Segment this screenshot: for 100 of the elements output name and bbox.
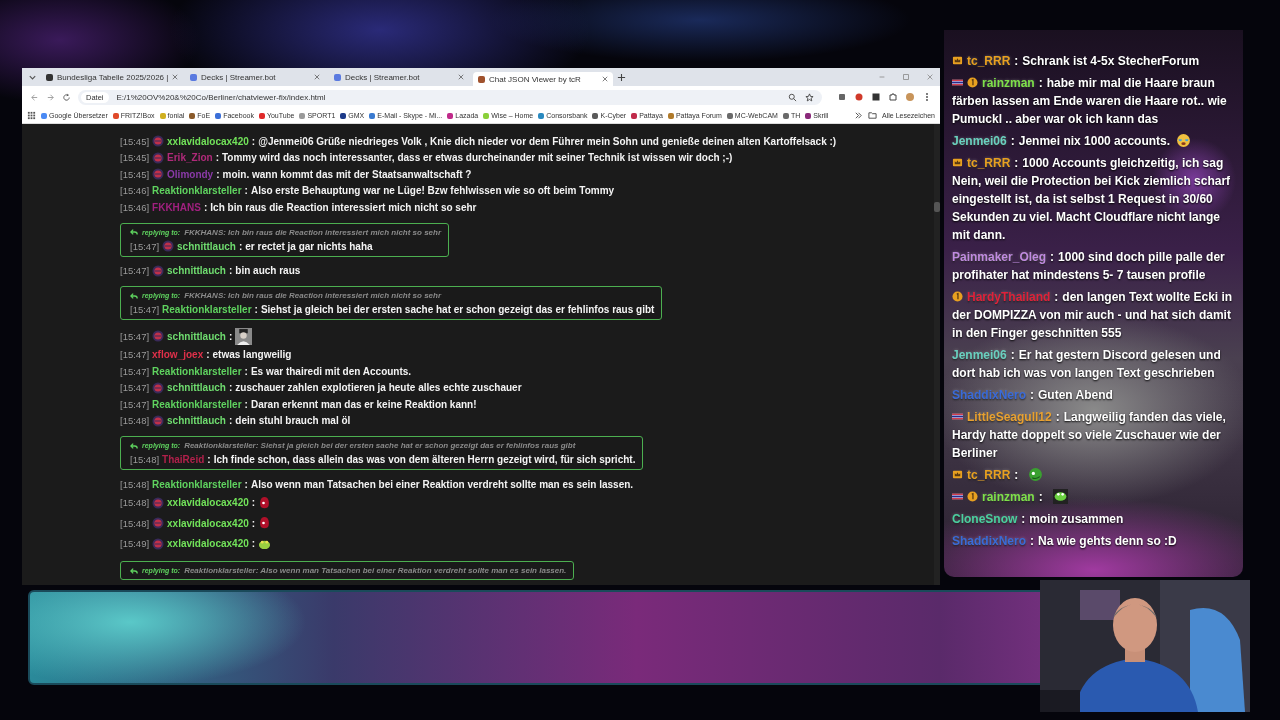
message-text: bin auch raus	[235, 265, 301, 277]
reply-icon	[130, 291, 138, 300]
timestamp: [15:45]	[120, 168, 150, 180]
timestamp: [15:47]	[120, 365, 150, 377]
message-text: er rectet ja gar nichts haha	[245, 240, 373, 252]
username[interactable]: Reaktionklarsteller	[162, 304, 252, 316]
message-text: Daran erkennt man das er keine Reaktion kann!	[250, 398, 477, 410]
username[interactable]: Reaktionklarsteller	[152, 185, 242, 197]
message-text: zuschauer zahlen explotieren ja heute alles echte zuschauer	[235, 382, 522, 394]
browser-tab[interactable]: Chat JSON Viewer by tcR	[473, 72, 613, 86]
forward-icon[interactable]	[46, 92, 55, 102]
crying-emoji-icon	[1176, 133, 1192, 148]
new-tab-icon[interactable]	[617, 72, 626, 82]
message-text: Es war thairedi mit den Accounts.	[250, 365, 412, 377]
close-icon[interactable]	[926, 73, 934, 81]
timestamp: [15:48]	[120, 517, 150, 529]
message-text: etwas langweilig	[212, 349, 292, 361]
separator: :	[228, 265, 233, 277]
separator: :	[244, 365, 248, 377]
folder-icon	[868, 111, 878, 120]
back-icon[interactable]	[30, 92, 39, 102]
close-icon[interactable]	[314, 74, 320, 80]
browser-tab[interactable]: Bundesliga Tabelle 2025/2026 |	[41, 70, 181, 84]
chat-message: tc_RRR : 1000 Accounts gleichzeitig, ich sag Nein, weil die Protection bei Kick ziemlich scharf eingestellt ist, da ist selbst 1 Request in 30/60 Sekunden zu viel. Macht Cloudflare nicht lange mit dann.	[952, 155, 1232, 244]
separator: :	[244, 479, 248, 490]
chat-message: LittleSeagull12 : Langweilig fanden das viele, Hardy hatte doppelt so viele Zuschauer wie der Berliner	[952, 409, 1227, 462]
zoom-icon[interactable]	[788, 92, 797, 102]
separator: :	[244, 398, 248, 410]
timestamp: [15:46]	[120, 185, 150, 197]
username[interactable]: schnittlauch	[167, 415, 226, 427]
username[interactable]: xxlavidalocax420	[167, 517, 249, 529]
username[interactable]: xflow_joex	[152, 349, 204, 361]
blob-emote-icon	[258, 516, 272, 531]
username[interactable]: schnittlauch	[177, 240, 236, 252]
reload-icon[interactable]	[62, 92, 71, 102]
username[interactable]: schnittlauch	[167, 330, 226, 342]
chat-message: CloneSnow : moin zusammen	[952, 511, 1125, 528]
chevron-icon[interactable]	[854, 111, 864, 120]
timestamp: [15:48]	[120, 415, 150, 427]
chat-message: HardyThailand : den langen Text wollte Ecki in der DOMPIZZA von mir auch - und hat sich damit in den Finger geschnitten 555	[952, 289, 1233, 342]
message-text: Tommy wird das noch interessanter, dass er etwas durcheinander mit seiner Technik ist wissen wir doch ;-)	[222, 152, 733, 164]
username[interactable]: Reaktionklarsteller	[152, 365, 242, 377]
chat-message: rainzman : habe mir mal die Haare braun färben lassen am Ende waren die Haare rot.. wie Pumuckl .. aber war ok ich kann das	[952, 75, 1228, 128]
username[interactable]: schnittlauch	[167, 382, 226, 394]
username[interactable]: schnittlauch	[167, 265, 226, 277]
browser-tab[interactable]: Decks | Streamer.bot	[329, 70, 469, 84]
separator: :	[215, 152, 219, 164]
separator: :	[251, 135, 256, 147]
separator: :	[254, 304, 258, 316]
username[interactable]: Reaktionklarsteller	[152, 398, 242, 410]
flag-icon	[952, 491, 963, 502]
separator: :	[228, 415, 233, 427]
close-icon[interactable]	[602, 76, 608, 82]
chat-message: rainzman :	[952, 488, 1233, 506]
chat-message: tc_RRR :	[952, 466, 1233, 484]
separator: :	[203, 201, 208, 213]
chat-message: ShaddixNero : Guten Abend	[952, 387, 1114, 404]
close-icon[interactable]	[458, 74, 464, 80]
username[interactable]: Reaktionklarsteller	[152, 479, 242, 490]
separator: :	[207, 454, 211, 466]
quoted-message: FKKHANS: Ich bin raus die Reaction interessiert mich nicht so sehr	[184, 291, 442, 301]
separator: :	[228, 330, 233, 342]
timestamp: [15:45]	[120, 152, 150, 164]
timestamp: [15:47]	[120, 265, 150, 277]
timestamp: [15:46]	[120, 201, 150, 213]
quoted-message: Reaktionklarsteller: Siehst ja gleich bei der ersten sache hat er schon gezeigt das er fehlinfos raus gibt	[184, 441, 576, 451]
message-text: dein stuhl brauch mal öl	[235, 415, 351, 427]
timestamp: [15:47]	[130, 304, 160, 316]
portrait-emote-icon	[235, 327, 253, 345]
timestamp: [15:47]	[120, 349, 150, 361]
timestamp: [15:47]	[120, 382, 150, 394]
chat-message: Jenmei06 : Er hat gestern Discord gelesen und dort hab ich was von langen Text geschrieben	[952, 347, 1222, 382]
star-icon[interactable]	[805, 92, 814, 102]
crown-badge-icon	[952, 469, 963, 480]
timestamp: [15:45]	[120, 135, 150, 147]
timestamp: [15:48]	[120, 497, 150, 509]
separator: :	[251, 497, 256, 509]
username[interactable]: xxlavidalocax420	[167, 497, 249, 509]
message-text: Also erste Behauptung war ne Lüge! Bzw fehlwissen wie so oft beim Tommy	[250, 185, 615, 197]
username[interactable]: xxlavidalocax420	[167, 135, 249, 147]
avatar-icon[interactable]	[905, 92, 915, 102]
apps-icon[interactable]	[27, 111, 36, 120]
browser-tab[interactable]: Decks | Streamer.bot	[185, 70, 325, 84]
separator: :	[251, 538, 256, 550]
reply-icon	[130, 228, 138, 237]
timestamp: [15:47]	[120, 398, 150, 410]
timestamp: [15:48]	[130, 454, 160, 466]
scroll-thumb[interactable]	[934, 202, 940, 212]
timestamp: [15:49]	[120, 538, 150, 550]
crown-badge-icon	[952, 55, 963, 66]
chat-message: ShaddixNero : Na wie gehts denn so :D	[952, 533, 1178, 550]
message-text: Ich finde schon, dass allein das was von dem älteren Herrn gezeigt wird, für sich spricht.	[213, 454, 636, 466]
timestamp: [15:48]	[120, 479, 150, 490]
close-icon[interactable]	[172, 74, 179, 80]
quoted-message: FKKHANS: Ich bin raus die Reaction interessiert mich nicht so sehr	[184, 227, 442, 237]
frog-emote-icon	[1052, 489, 1068, 504]
chat-message: Jenmei06 : Jenmei nix 1000 accounts.	[952, 132, 1233, 150]
separator: :	[251, 517, 256, 529]
maximize-icon[interactable]	[902, 73, 910, 81]
username[interactable]: xxlavidalocax420	[167, 538, 249, 550]
